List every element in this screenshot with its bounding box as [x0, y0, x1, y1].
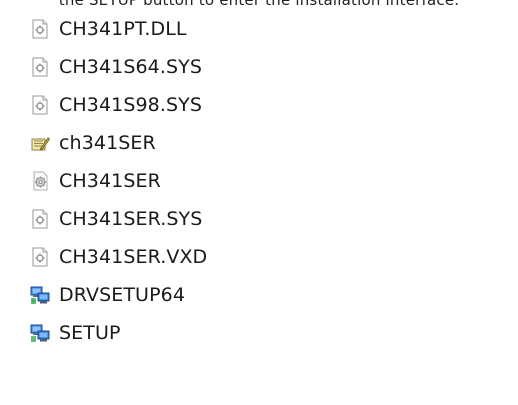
settings-file-icon: [30, 247, 50, 267]
file-item-ch341ser-sys[interactable]: CH341SER.SYS: [30, 200, 207, 238]
file-name: CH341S98.SYS: [59, 94, 203, 116]
installer-computer-icon: [30, 285, 50, 305]
file-list: CH341PT.DLL CH341S64.SYS CH341S98.SYS ch…: [30, 10, 207, 352]
file-item-ch341ser-vxd[interactable]: CH341SER.VXD: [30, 238, 207, 276]
file-item-ch341s98-sys[interactable]: CH341S98.SYS: [30, 86, 207, 124]
file-name: ch341SER: [59, 132, 156, 154]
file-item-setup[interactable]: SETUP: [30, 314, 207, 352]
file-name: CH341SER: [59, 170, 161, 192]
file-name: SETUP: [59, 322, 121, 344]
file-name: CH341SER.SYS: [59, 208, 203, 230]
file-item-ch341ser-inf[interactable]: ch341SER: [30, 124, 207, 162]
settings-file-icon: [30, 57, 50, 77]
settings-file-icon: [30, 19, 50, 39]
file-item-ch341pt-dll[interactable]: CH341PT.DLL: [30, 10, 207, 48]
config-file-icon: [30, 171, 50, 191]
file-item-ch341ser-config[interactable]: CH341SER: [30, 162, 207, 200]
file-name: CH341PT.DLL: [59, 18, 187, 40]
file-name: CH341S64.SYS: [59, 56, 203, 78]
setup-information-icon: [30, 133, 50, 153]
settings-file-icon: [30, 209, 50, 229]
file-item-ch341s64-sys[interactable]: CH341S64.SYS: [30, 48, 207, 86]
installer-computer-icon: [30, 323, 50, 343]
file-name: DRVSETUP64: [59, 284, 186, 306]
file-item-drvsetup64[interactable]: DRVSETUP64: [30, 276, 207, 314]
file-name: CH341SER.VXD: [59, 246, 208, 268]
settings-file-icon: [30, 95, 50, 115]
